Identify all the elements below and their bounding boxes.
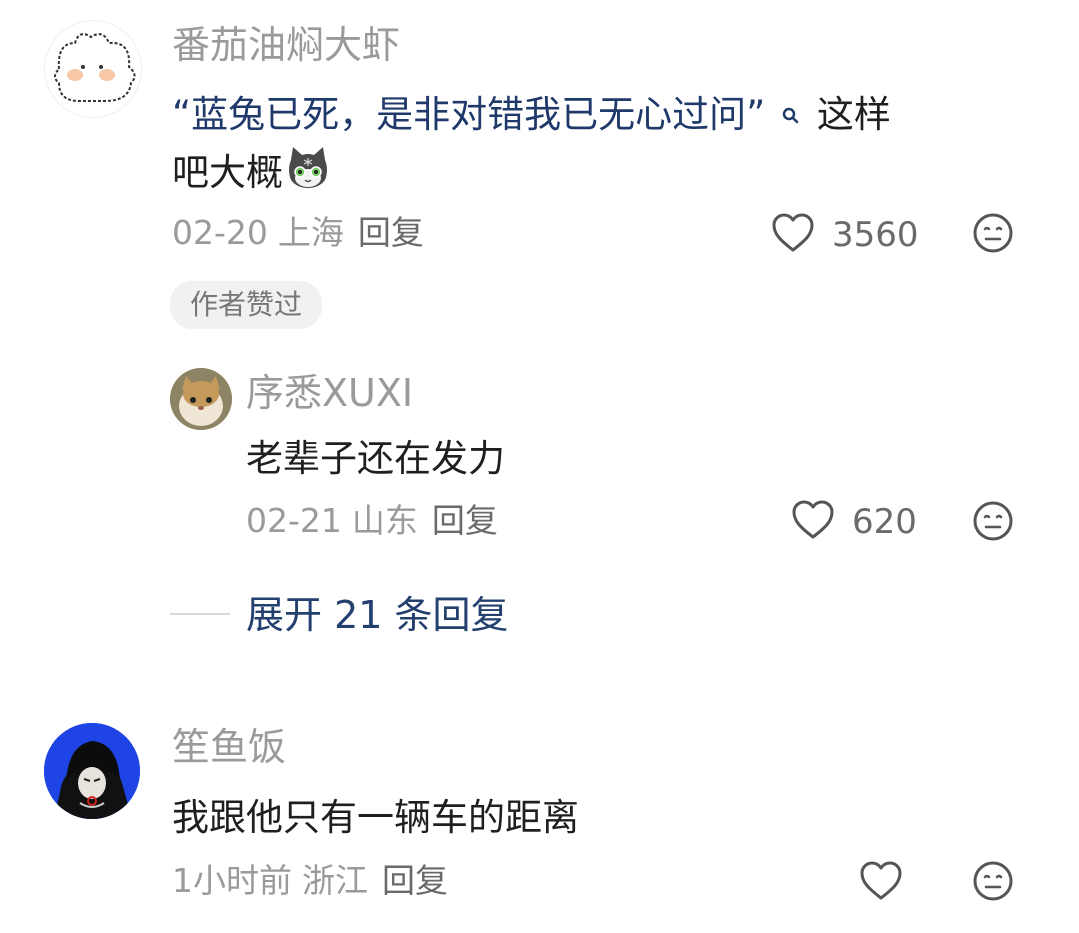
comment-username[interactable]: 番茄油焖大虾: [172, 26, 400, 64]
expand-replies-button[interactable]: 展开 21 条回复: [246, 596, 509, 634]
reply-meta: 02-21 山东 回复: [246, 504, 498, 537]
avatar[interactable]: [44, 20, 142, 118]
comment-date: 1小时前: [172, 861, 292, 900]
reply-reply-button[interactable]: 回复: [432, 501, 498, 540]
heart-icon: [858, 861, 904, 906]
comment-text: 我跟他只有一辆车的距离: [172, 796, 579, 839]
comment-date: 02-20: [172, 213, 268, 252]
comment-quote-link[interactable]: “蓝兔已死，是非对错我已无心过问”: [172, 93, 765, 136]
comment-meta: 02-20 上海 回复: [172, 216, 424, 249]
author-liked-badge: 作者赞过: [170, 281, 323, 329]
neutral-face-icon: [972, 501, 1014, 546]
avatar[interactable]: [44, 723, 140, 819]
comment-meta: 1小时前 浙江 回复: [172, 864, 448, 897]
reply-username[interactable]: 序悉XUXI: [246, 374, 413, 412]
comment-location: 浙江: [302, 861, 368, 900]
like-button[interactable]: 3560: [770, 212, 919, 258]
neutral-face-icon: [972, 213, 1014, 258]
reply-avatar[interactable]: [170, 368, 232, 430]
comment-location: 上海: [277, 213, 344, 252]
reply-button[interactable]: 回复: [358, 213, 424, 252]
reply-location: 山东: [351, 501, 418, 540]
search-icon[interactable]: [779, 92, 801, 138]
anime-character-avatar-icon: [44, 723, 140, 819]
comment-text: “蓝兔已死，是非对错我已无心过问” 这样: [172, 92, 891, 138]
reply-like-count: 620: [852, 502, 917, 542]
reply-dislike-button[interactable]: [972, 500, 1014, 546]
like-count: 3560: [832, 215, 919, 255]
comment-text-after: 这样: [816, 93, 891, 136]
photo-cat-avatar-icon: [170, 368, 232, 430]
neutral-face-icon: [972, 861, 1014, 906]
heart-icon: [770, 212, 816, 258]
heart-icon: [790, 499, 836, 545]
dislike-button[interactable]: [972, 212, 1014, 258]
expand-divider: [170, 613, 230, 615]
cat-emoji-icon: [285, 144, 331, 201]
white-cat-avatar-icon: [45, 21, 141, 117]
reply-date: 02-21: [246, 501, 342, 540]
comment-username[interactable]: 笙鱼饭: [172, 728, 286, 766]
reply-button[interactable]: 回复: [382, 861, 448, 900]
reply-like-button[interactable]: 620: [790, 499, 917, 545]
comment-text-line2: 吧大概: [172, 144, 331, 201]
like-button[interactable]: [858, 860, 904, 906]
reply-text: 老辈子还在发力: [246, 437, 505, 480]
dislike-button[interactable]: [972, 860, 1014, 906]
